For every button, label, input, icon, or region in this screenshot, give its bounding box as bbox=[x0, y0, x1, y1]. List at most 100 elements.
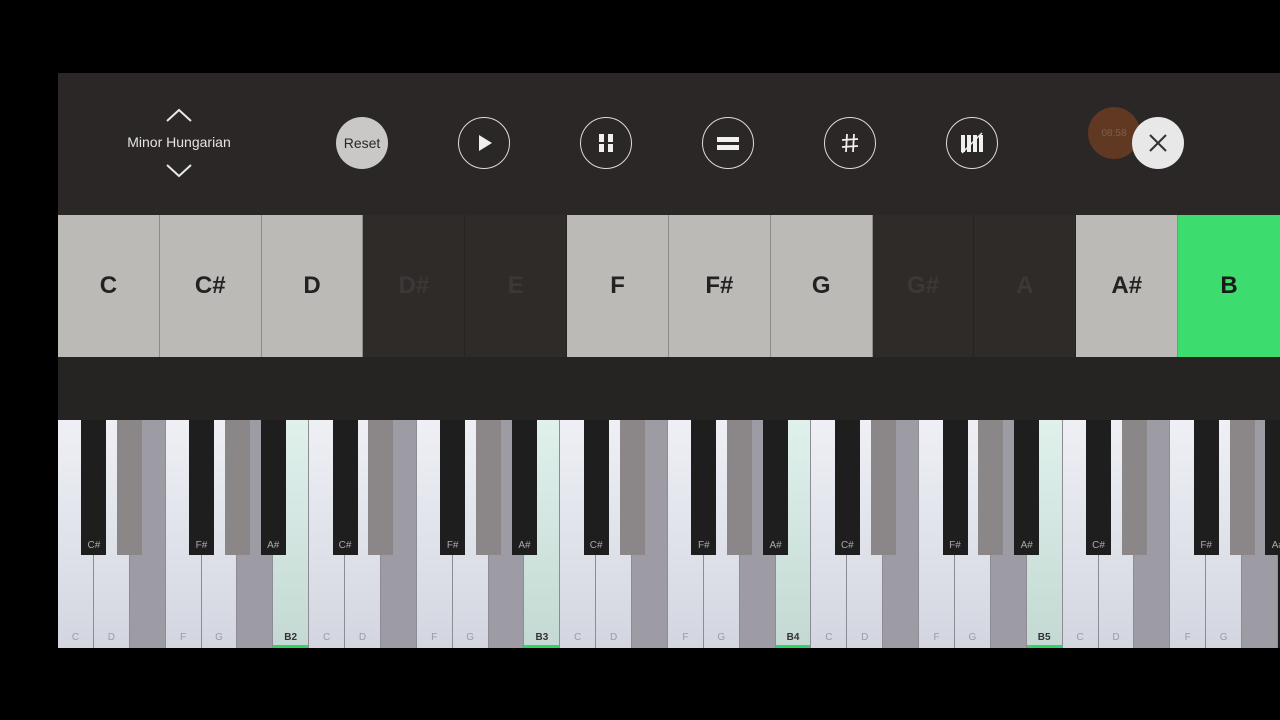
note-button-d[interactable]: D bbox=[261, 215, 364, 357]
key-label: D bbox=[861, 632, 869, 643]
key-label: C# bbox=[1092, 540, 1105, 551]
pause-bars-button[interactable] bbox=[580, 117, 632, 169]
key-label: C# bbox=[589, 540, 603, 551]
key-label: F# bbox=[949, 540, 961, 551]
root-indicator bbox=[524, 645, 560, 648]
black-key-g-sharp[interactable] bbox=[476, 420, 502, 555]
piano-mode-button[interactable] bbox=[946, 117, 998, 169]
key-label: G bbox=[1219, 632, 1228, 643]
key-label: D bbox=[1112, 632, 1120, 643]
key-label: B4 bbox=[786, 632, 800, 643]
root-indicator bbox=[775, 645, 811, 648]
piano-keyboard: C D F G B2 C D F G B3 C D F G B4 C D F G B5 C D F G C# F# A# C# F# A#… bbox=[58, 420, 1280, 648]
key-label: C bbox=[825, 632, 833, 643]
root-indicator bbox=[1026, 645, 1062, 648]
key-label: F bbox=[180, 632, 187, 643]
key-label: F bbox=[682, 632, 689, 643]
black-key-a-sharp[interactable]: A# bbox=[1265, 420, 1280, 555]
key-label: B3 bbox=[535, 632, 549, 643]
note-button-d-sharp[interactable]: D# bbox=[363, 215, 466, 357]
note-button-f-sharp[interactable]: F# bbox=[668, 215, 771, 357]
black-key-g-sharp[interactable] bbox=[224, 420, 250, 555]
key-label: F# bbox=[446, 540, 459, 551]
black-key-g-sharp[interactable] bbox=[727, 420, 753, 555]
black-key-c-sharp[interactable]: C# bbox=[583, 420, 609, 555]
key-label: C bbox=[574, 632, 582, 643]
black-key-a-sharp[interactable]: A# bbox=[1014, 420, 1040, 555]
key-label: A# bbox=[267, 540, 280, 551]
black-key-d-sharp[interactable] bbox=[368, 420, 394, 555]
black-key-a-sharp[interactable]: A# bbox=[260, 420, 286, 555]
black-key-d-sharp[interactable] bbox=[619, 420, 645, 555]
black-key-f-sharp[interactable]: F# bbox=[189, 420, 215, 555]
play-button[interactable] bbox=[458, 117, 510, 169]
close-icon bbox=[1149, 134, 1167, 152]
equals-button[interactable] bbox=[702, 117, 754, 169]
note-button-a-sharp[interactable]: A# bbox=[1076, 215, 1179, 357]
key-label: A# bbox=[1020, 540, 1033, 551]
note-button-c-sharp[interactable]: C# bbox=[159, 215, 262, 357]
key-label: C bbox=[71, 632, 80, 643]
play-icon bbox=[479, 135, 492, 151]
key-label: B5 bbox=[1037, 632, 1051, 643]
note-button-c[interactable]: C bbox=[58, 215, 160, 357]
black-key-d-sharp[interactable] bbox=[1121, 420, 1147, 555]
note-selector: C C# D D# E F F# G G# A A# B bbox=[58, 215, 1280, 357]
key-label: C# bbox=[87, 540, 101, 551]
key-label: D bbox=[358, 632, 367, 643]
key-label: F bbox=[933, 632, 940, 643]
black-key-a-sharp[interactable]: A# bbox=[763, 420, 789, 555]
black-key-f-sharp[interactable]: F# bbox=[440, 420, 466, 555]
black-key-g-sharp[interactable] bbox=[978, 420, 1004, 555]
black-key-c-sharp[interactable]: C# bbox=[834, 420, 860, 555]
black-key-c-sharp[interactable]: C# bbox=[1086, 420, 1112, 555]
scale-picker[interactable]: Minor Hungarian bbox=[118, 103, 240, 183]
note-button-f[interactable]: F bbox=[567, 215, 669, 357]
key-label: G bbox=[215, 632, 223, 643]
note-button-e[interactable]: E bbox=[465, 215, 568, 357]
key-label: F# bbox=[697, 540, 710, 551]
black-key-d-sharp[interactable] bbox=[117, 420, 143, 555]
key-label: A# bbox=[518, 540, 531, 551]
black-key-g-sharp[interactable] bbox=[1229, 420, 1255, 555]
toolbar: Minor Hungarian Reset 08:58 bbox=[58, 73, 1280, 215]
note-button-g[interactable]: G bbox=[770, 215, 873, 357]
piano-icon bbox=[961, 132, 983, 154]
key-label: F bbox=[431, 632, 438, 643]
note-button-b[interactable]: B bbox=[1178, 215, 1280, 357]
black-key-f-sharp[interactable]: F# bbox=[942, 420, 968, 555]
key-label: C# bbox=[338, 540, 352, 551]
black-key-f-sharp[interactable]: F# bbox=[691, 420, 717, 555]
timer-indicator: 08:58 bbox=[1088, 107, 1140, 159]
piano-app: Minor Hungarian Reset 08:58 C C# D D# E … bbox=[58, 73, 1280, 648]
key-label: D bbox=[610, 632, 618, 643]
black-key-a-sharp[interactable]: A# bbox=[511, 420, 537, 555]
scale-name: Minor Hungarian bbox=[127, 134, 231, 150]
key-label: B2 bbox=[284, 632, 298, 643]
key-label: C# bbox=[840, 540, 854, 551]
black-key-c-sharp[interactable]: C# bbox=[332, 420, 358, 555]
key-label: G bbox=[968, 632, 977, 643]
reset-button[interactable]: Reset bbox=[336, 117, 388, 169]
sharp-icon bbox=[841, 133, 859, 153]
close-button[interactable] bbox=[1132, 117, 1184, 169]
pause-bars-icon bbox=[597, 134, 615, 152]
key-label: G bbox=[717, 632, 726, 643]
key-label: F# bbox=[195, 540, 208, 551]
black-key-f-sharp[interactable]: F# bbox=[1193, 420, 1219, 555]
black-key-d-sharp[interactable] bbox=[870, 420, 896, 555]
key-label: F bbox=[1184, 632, 1191, 643]
key-label: G bbox=[466, 632, 474, 643]
key-label: D bbox=[107, 632, 115, 643]
key-label: A# bbox=[1271, 540, 1280, 551]
black-key-c-sharp[interactable]: C# bbox=[81, 420, 107, 555]
note-button-a[interactable]: A bbox=[974, 215, 1077, 357]
key-label: A# bbox=[769, 540, 782, 551]
key-label: F# bbox=[1200, 540, 1212, 551]
root-indicator bbox=[273, 645, 309, 648]
chevron-down-icon[interactable] bbox=[164, 161, 194, 181]
sharp-button[interactable] bbox=[824, 117, 876, 169]
note-button-g-sharp[interactable]: G# bbox=[872, 215, 975, 357]
equals-icon bbox=[717, 137, 739, 150]
chevron-up-icon[interactable] bbox=[164, 105, 194, 125]
